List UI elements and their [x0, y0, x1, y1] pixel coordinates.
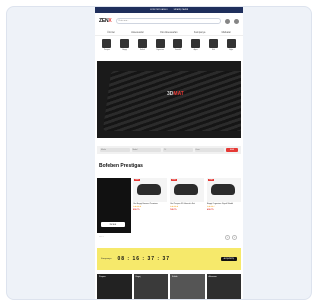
category-icon	[191, 39, 201, 48]
category-tile[interactable]: Koltuk	[170, 274, 205, 299]
nav-item[interactable]: Markalar	[222, 31, 231, 34]
countdown-timer: 08 : 16 : 37 : 37	[117, 256, 171, 262]
discount-badge: %20	[134, 179, 140, 181]
product-rating: ★★★★★	[133, 206, 142, 209]
tile-label: Paspas	[99, 276, 106, 278]
category-item[interactable]: Koltuk	[135, 39, 149, 51]
mobile-page: ÜCRETSİZ KARGO SİPARİŞ TAKİBİ ZENX Ürün …	[95, 7, 243, 299]
product-card[interactable]: %20 Oto Bagaj Havuzu Premium ★★★★★ 899 T…	[133, 178, 167, 233]
category-item[interactable]: Organizer	[153, 39, 167, 51]
category-tile[interactable]: Paspas	[97, 274, 132, 299]
logo-main: ZEN	[99, 18, 109, 24]
discount-badge: %10	[208, 179, 214, 181]
hero-badge: 3DMAT	[167, 91, 184, 97]
category-icon	[137, 39, 147, 48]
category-label: Diğer	[228, 49, 234, 51]
brand-select[interactable]: Marka	[100, 148, 130, 152]
category-label: Temizlik	[174, 49, 182, 51]
nav-item[interactable]: Aksesuarlar	[131, 31, 144, 34]
site-logo[interactable]: ZENX	[99, 18, 112, 24]
product-image: %20	[133, 178, 167, 202]
tile-label: Bagaj	[135, 276, 141, 278]
announcement-left: ÜCRETSİZ KARGO	[149, 9, 168, 11]
discount-badge: %15	[171, 179, 177, 181]
hero-banner[interactable]: 3DMAT	[97, 61, 241, 138]
product-carousel: %20 Oto Bagaj Havuzu Premium ★★★★★ 899 T…	[133, 178, 243, 233]
category-tile[interactable]: Aksesuar	[206, 274, 241, 299]
category-item[interactable]: Temizlik	[171, 39, 185, 51]
product-card[interactable]: %15 Oto Paspas 3D Havuzlu Set ★★★★★ 749 …	[170, 178, 204, 233]
user-icon[interactable]	[225, 18, 230, 24]
site-header: ZENX Ürün ara...	[95, 13, 243, 29]
category-item[interactable]: Paspas	[100, 39, 114, 51]
hero-badge-accent: MAT	[173, 91, 184, 97]
body-select[interactable]: Kasa	[194, 148, 224, 152]
nav-item[interactable]: Oto Aksesuarları	[160, 31, 178, 34]
main-nav: Ürünler Aksesuarlar Oto Aksesuarları Kam…	[95, 29, 243, 36]
category-icon	[102, 39, 112, 48]
carousel-dots[interactable]: • • • •	[99, 236, 103, 238]
product-price: 899 TL	[133, 209, 140, 212]
product-image: %15	[170, 178, 204, 202]
category-item[interactable]: Diğer	[224, 39, 238, 51]
countdown-banner: Kampanya 08 : 16 : 37 : 37 ALIŞVERİŞ	[97, 248, 241, 270]
announcement-right[interactable]: SİPARİŞ TAKİBİ	[174, 9, 188, 11]
category-label: Ayna	[193, 49, 198, 51]
countdown-button[interactable]: ALIŞVERİŞ	[220, 257, 237, 261]
carousel-arrows: ‹ ›	[225, 235, 237, 240]
filter-search-button[interactable]: ARA	[226, 148, 238, 152]
hero-product-image	[102, 71, 241, 131]
category-item[interactable]: Bagaj	[118, 39, 132, 51]
product-price: 499 TL	[207, 209, 214, 212]
nav-item[interactable]: Ürünler	[107, 31, 115, 34]
category-label: Paspas	[103, 49, 110, 51]
category-item[interactable]: Kılıf	[206, 39, 220, 51]
category-strip: Paspas Bagaj Koltuk Organizer Temizlik A…	[95, 36, 243, 56]
category-icon	[208, 39, 218, 48]
tile-label: Aksesuar	[208, 276, 217, 278]
cart-icon[interactable]	[234, 18, 239, 24]
category-icon	[155, 39, 165, 48]
vehicle-filter: Marka Model Yıl Kasa ARA	[97, 146, 241, 154]
product-price: 749 TL	[170, 209, 177, 212]
category-icon	[173, 39, 183, 48]
nav-item[interactable]: Kampanya	[194, 31, 205, 34]
category-icon	[120, 39, 130, 48]
preview-card: ÜCRETSİZ KARGO SİPARİŞ TAKİBİ ZENX Ürün …	[6, 6, 312, 300]
category-icon	[226, 39, 236, 48]
next-arrow-icon[interactable]: ›	[232, 235, 237, 240]
category-tiles: Paspas Bagaj Koltuk Aksesuar	[97, 274, 241, 299]
search-input[interactable]: Ürün ara...	[115, 18, 221, 24]
category-tile[interactable]: Bagaj	[133, 274, 168, 299]
logo-accent: X	[108, 18, 112, 24]
category-label: Bagaj	[122, 49, 127, 51]
section-title: Bofeben Prestigas	[99, 163, 143, 169]
category-item[interactable]: Ayna	[189, 39, 203, 51]
year-select[interactable]: Yıl	[163, 148, 193, 152]
product-card[interactable]: %10 Bagaj Organizer Siyah Model ★★★★☆ 49…	[207, 178, 241, 233]
category-label: Kılıf	[211, 49, 215, 51]
model-select[interactable]: Model	[131, 148, 161, 152]
category-label: Organizer	[156, 49, 165, 51]
product-image: %10	[207, 178, 241, 202]
promo-banner[interactable]: İNCELE	[97, 178, 131, 233]
countdown-label: Kampanya	[101, 258, 112, 260]
promo-button[interactable]: İNCELE	[101, 222, 125, 227]
category-label: Koltuk	[139, 49, 145, 51]
prev-arrow-icon[interactable]: ‹	[225, 235, 230, 240]
tile-label: Koltuk	[172, 276, 178, 278]
